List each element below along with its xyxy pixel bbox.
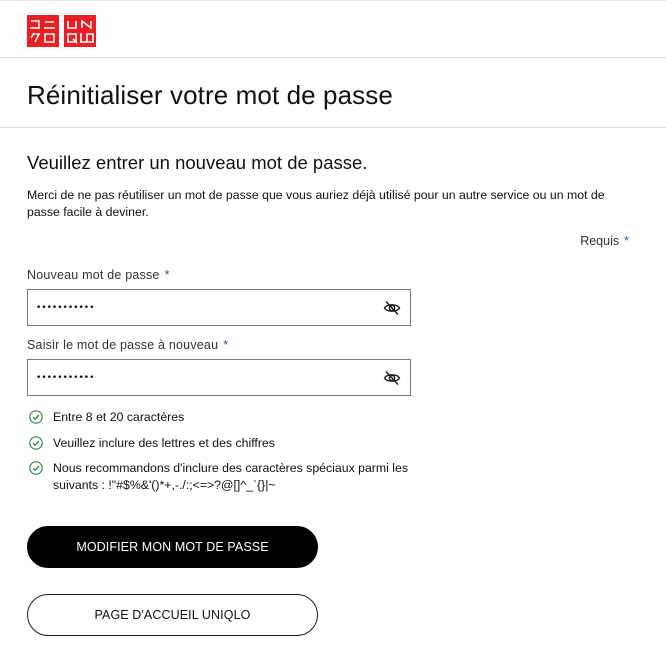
confirm-password-label: Saisir le mot de passe à nouveau * (27, 338, 228, 352)
confirm-password-asterisk: * (223, 338, 229, 352)
logo-latin-glyphs (67, 19, 94, 44)
new-password-label-text: Nouveau mot de passe (27, 268, 160, 282)
confirm-password-input[interactable] (36, 360, 366, 395)
required-legend: Requis * (580, 234, 629, 248)
uniqlo-home-button[interactable]: PAGE D'ACCUEIL UNIQLO (27, 594, 318, 636)
logo-katakana-block (27, 15, 59, 47)
rule-length-text: Entre 8 et 20 caractères (53, 410, 185, 424)
rule-letters-digits-text: Veuillez inclure des lettres et des chif… (53, 436, 275, 450)
site-header (0, 0, 666, 58)
eye-slash-icon[interactable] (383, 299, 401, 317)
rule-length: Entre 8 et 20 caractères (29, 409, 429, 426)
logo-katakana-glyphs (30, 20, 55, 43)
check-circle-icon (29, 461, 43, 475)
rule-special-chars: Nous recommandons d'inclure des caractèr… (29, 460, 429, 494)
new-password-asterisk: * (164, 268, 170, 282)
check-circle-icon (29, 410, 43, 424)
eye-slash-icon[interactable] (383, 369, 401, 387)
uniqlo-logo[interactable] (27, 15, 96, 47)
page-title: Réinitialiser votre mot de passe (27, 80, 393, 110)
required-label: Requis (580, 234, 620, 248)
title-divider (0, 127, 666, 128)
change-password-button[interactable]: MODIFIER MON MOT DE PASSE (27, 526, 318, 568)
new-password-input[interactable] (36, 290, 366, 325)
confirm-password-field (27, 359, 411, 396)
rule-special-chars-text: Nous recommandons d'inclure des caractèr… (53, 461, 409, 492)
logo-latin-block (64, 15, 96, 47)
new-password-label: Nouveau mot de passe * (27, 268, 170, 282)
password-notice: Merci de ne pas réutiliser un mot de pas… (27, 188, 605, 219)
rule-letters-digits: Veuillez inclure des lettres et des chif… (29, 435, 429, 452)
check-circle-icon (29, 436, 43, 450)
new-password-field (27, 289, 411, 326)
required-asterisk: * (624, 234, 629, 248)
confirm-password-label-text: Saisir le mot de passe à nouveau (27, 338, 219, 352)
form-subtitle: Veuillez entrer un nouveau mot de passe. (27, 152, 368, 173)
